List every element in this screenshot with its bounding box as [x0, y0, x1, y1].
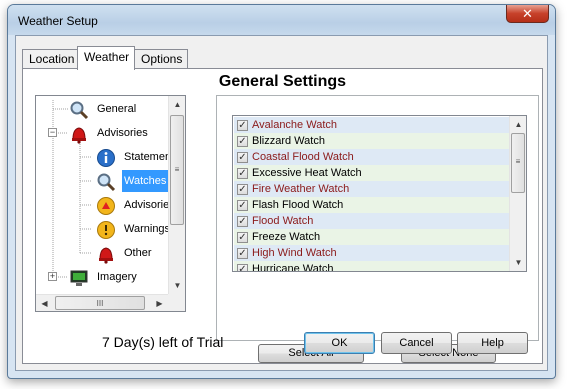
- monitor-icon: [69, 268, 89, 288]
- help-button[interactable]: Help: [457, 332, 528, 354]
- list-item[interactable]: ✓ Fire Weather Watch: [234, 181, 511, 197]
- scroll-up-arrow-icon[interactable]: ▲: [510, 116, 526, 133]
- tree-item-label: Watches: [122, 170, 169, 192]
- list-item[interactable]: ✓ Coastal Flood Watch: [234, 149, 511, 165]
- check-checkbox[interactable]: ✓: [237, 216, 248, 227]
- list-item[interactable]: ✓ Flood Watch: [234, 213, 511, 229]
- scroll-down-arrow-icon[interactable]: ▼: [510, 254, 526, 271]
- window-title: Weather Setup: [18, 14, 98, 28]
- weather-tab-panel: General Settings − + General Advisories …: [22, 68, 543, 364]
- ok-button[interactable]: OK: [304, 332, 375, 354]
- list-item-label: Excessive Heat Watch: [252, 167, 362, 179]
- expand-imagery-toggle[interactable]: +: [48, 272, 57, 281]
- scroll-thumb-horizontal[interactable]: III: [55, 296, 145, 310]
- alarm-bell-icon: [96, 244, 116, 264]
- advisory-icon: [96, 196, 116, 216]
- info-icon: [96, 148, 116, 168]
- check-checkbox[interactable]: ✓: [237, 264, 248, 271]
- list-item[interactable]: ✓ Flash Flood Watch: [234, 197, 511, 213]
- check-checkbox[interactable]: ✓: [237, 184, 248, 195]
- list-item[interactable]: ✓ Freeze Watch: [234, 229, 511, 245]
- dialog-client: Location Weather Options General Setting…: [15, 35, 548, 371]
- tree-item-label: Imagery: [97, 271, 137, 283]
- category-tree[interactable]: − + General Advisories Statements Watche…: [35, 95, 186, 312]
- scroll-corner: [168, 294, 185, 311]
- check-checkbox[interactable]: ✓: [237, 248, 248, 259]
- tree-item-label: Other: [124, 247, 152, 259]
- watch-checklist[interactable]: ✓ Avalanche Watch ✓ Blizzard Watch ✓ Coa…: [232, 115, 527, 272]
- cancel-button[interactable]: Cancel: [381, 332, 452, 354]
- list-item-label: Freeze Watch: [252, 231, 321, 243]
- scroll-down-arrow-icon[interactable]: ▼: [169, 277, 185, 294]
- check-checkbox[interactable]: ✓: [237, 136, 248, 147]
- tree-vertical-scrollbar[interactable]: ▲ ≡ ▼: [168, 96, 185, 294]
- list-item-label: Hurricane Watch: [252, 263, 334, 272]
- magnifier-icon: [69, 100, 89, 120]
- section-heading: General Settings: [218, 73, 347, 90]
- list-item-label: Blizzard Watch: [252, 135, 325, 147]
- list-item-label: High Wind Watch: [252, 247, 337, 259]
- scroll-up-arrow-icon[interactable]: ▲: [169, 96, 185, 113]
- list-item[interactable]: ✓ Avalanche Watch: [234, 117, 511, 133]
- list-item-label: Flood Watch: [252, 215, 314, 227]
- list-item-label: Avalanche Watch: [252, 119, 337, 131]
- list-item-label: Coastal Flood Watch: [252, 151, 354, 163]
- magnifier-icon: [96, 172, 116, 192]
- check-checkbox[interactable]: ✓: [237, 168, 248, 179]
- list-item[interactable]: ✓ Excessive Heat Watch: [234, 165, 511, 181]
- list-item-label: Fire Weather Watch: [252, 183, 350, 195]
- tab-location[interactable]: Location: [22, 49, 78, 69]
- tab-options[interactable]: Options: [134, 49, 188, 69]
- tree-item-label: Advisories: [97, 127, 148, 139]
- warning-icon: [96, 220, 116, 240]
- tree-horizontal-scrollbar[interactable]: ◀ III ▶: [36, 294, 168, 311]
- check-checkbox[interactable]: ✓: [237, 152, 248, 163]
- watch-options-group: ✓ Avalanche Watch ✓ Blizzard Watch ✓ Coa…: [216, 95, 539, 363]
- list-item-label: Flash Flood Watch: [252, 199, 344, 211]
- list-item[interactable]: ✓ Hurricane Watch: [234, 261, 511, 272]
- check-checkbox[interactable]: ✓: [237, 120, 248, 131]
- check-checkbox[interactable]: ✓: [237, 200, 248, 211]
- tab-weather[interactable]: Weather: [77, 46, 135, 70]
- collapse-advisories-toggle[interactable]: −: [48, 128, 57, 137]
- list-item[interactable]: ✓ High Wind Watch: [234, 245, 511, 261]
- list-item[interactable]: ✓ Blizzard Watch: [234, 133, 511, 149]
- weather-setup-window: Weather Setup ✕ Location Weather Options…: [7, 4, 556, 379]
- tree-item-label: Warnings: [124, 223, 171, 235]
- watch-list-scrollbar[interactable]: ▲ ≡ ▼: [509, 116, 526, 271]
- check-checkbox[interactable]: ✓: [237, 232, 248, 243]
- trial-status: 7 Day(s) left of Trial: [102, 334, 224, 350]
- close-button[interactable]: ✕: [506, 5, 549, 23]
- scroll-left-arrow-icon[interactable]: ◀: [36, 295, 53, 311]
- tree-item-label: General: [97, 103, 137, 115]
- scroll-thumb[interactable]: ≡: [170, 115, 184, 225]
- scroll-right-arrow-icon[interactable]: ▶: [151, 295, 168, 311]
- alarm-bell-icon: [69, 124, 89, 144]
- title-bar[interactable]: Weather Setup ✕: [8, 5, 555, 35]
- scroll-thumb[interactable]: ≡: [511, 133, 525, 193]
